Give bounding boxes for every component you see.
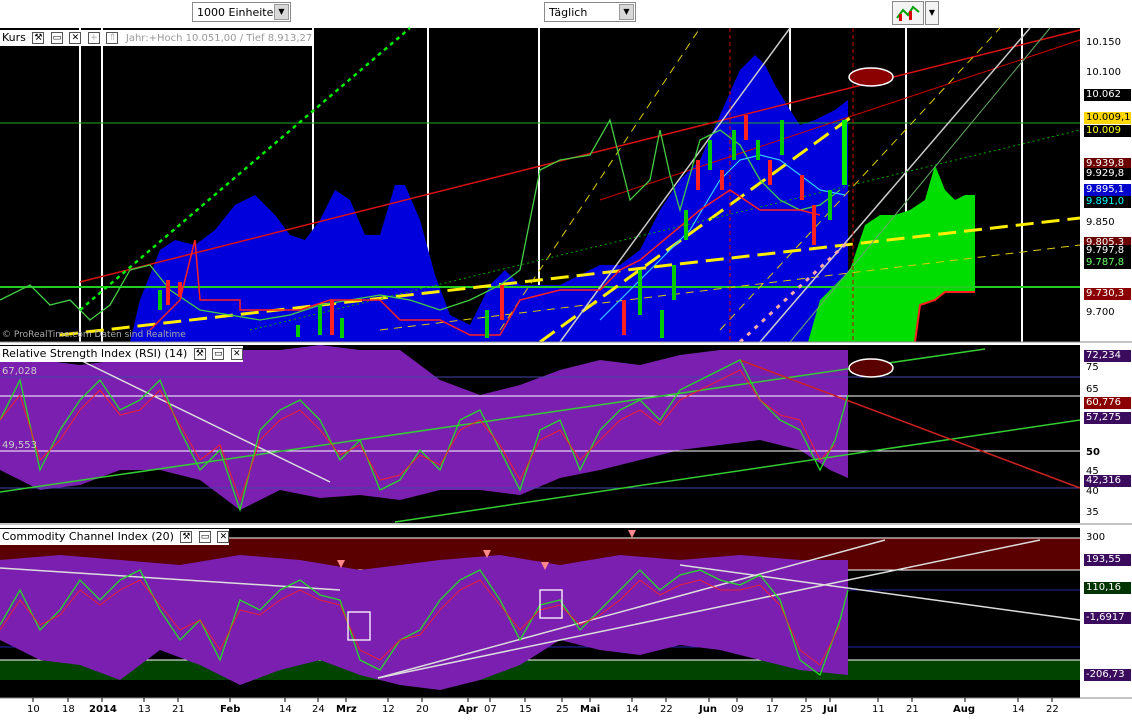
- add-icon[interactable]: +: [87, 32, 100, 44]
- x-axis-label: 15: [519, 704, 532, 715]
- price-tag: 9.730,3: [1084, 288, 1131, 300]
- price-tag: 9.787,8: [1084, 257, 1131, 269]
- wrench-icon[interactable]: ⚒: [180, 531, 193, 543]
- x-axis-label: 10: [27, 704, 40, 715]
- rsi-tick: 40: [1086, 486, 1099, 497]
- cci-tag: -1,6917: [1084, 612, 1131, 624]
- x-axis-label: 07: [484, 704, 497, 715]
- price-tag: 9.895,1: [1084, 184, 1131, 196]
- close-icon[interactable]: ✕: [217, 531, 230, 543]
- price-panel-header: Kurs ⚒ ▭ ✕ + ⇑ Jahr:+Hoch 10.051,00 / Ti…: [0, 30, 313, 46]
- cci-tag: 110,16: [1084, 582, 1131, 594]
- rsi-upper-label: 67,028: [2, 366, 37, 377]
- price-tag: 10.062: [1084, 89, 1131, 101]
- price-tag: 10.009: [1084, 125, 1131, 137]
- rsi-tag: 57,275: [1084, 412, 1131, 424]
- rsi-tick: 65: [1086, 384, 1099, 395]
- x-axis-label: 2014: [89, 704, 117, 715]
- rsi-tick: 35: [1086, 507, 1099, 518]
- x-axis-label: 09: [731, 704, 744, 715]
- x-axis-label: Jun: [699, 704, 717, 715]
- rsi-panel-title: Relative Strength Index (RSI) (14): [2, 347, 188, 360]
- x-axis-label: Mai: [580, 704, 601, 715]
- price-tick: 9.700: [1086, 307, 1115, 318]
- price-panel-title: Kurs: [2, 31, 26, 44]
- x-axis-label: 14: [1012, 704, 1025, 715]
- price-tag: 9.797,8: [1084, 245, 1131, 257]
- x-axis-label: 20: [416, 704, 429, 715]
- x-axis-label: Feb: [220, 704, 241, 715]
- rsi-panel-header: Relative Strength Index (RSI) (14) ⚒ ▭ ✕: [0, 346, 243, 362]
- x-axis-label: Jul: [823, 704, 838, 715]
- x-axis-label: 12: [382, 704, 395, 715]
- x-axis-label: 25: [556, 704, 569, 715]
- cci-panel-title: Commodity Channel Index (20): [2, 530, 174, 543]
- rsi-tick: 50: [1086, 447, 1100, 458]
- window-icon[interactable]: ▭: [212, 348, 225, 360]
- rsi-tag: 60,776: [1084, 397, 1131, 409]
- rsi-lower-label: 49,553: [2, 440, 37, 451]
- window-icon[interactable]: ▭: [198, 531, 211, 543]
- x-axis-label: 21: [172, 704, 185, 715]
- cci-tick: 300: [1086, 532, 1105, 543]
- x-axis-label: Apr: [458, 704, 478, 715]
- close-icon[interactable]: ✕: [69, 32, 82, 44]
- x-axis-label: 18: [62, 704, 75, 715]
- x-axis-label: 24: [312, 704, 325, 715]
- watermark: © ProRealTime.com Daten sind Realtime: [2, 330, 186, 340]
- wrench-icon[interactable]: ⚒: [193, 348, 206, 360]
- price-panel-info: Jahr:+Hoch 10.051,00 / Tief 8.913,27: [125, 33, 313, 44]
- x-axis-label: 14: [626, 704, 639, 715]
- x-axis-label: 22: [1046, 704, 1059, 715]
- x-axis-label: 14: [279, 704, 292, 715]
- rsi-tag: 42,316: [1084, 475, 1131, 487]
- x-axis-label: Mrz: [336, 704, 357, 715]
- move-up-icon[interactable]: ⇑: [106, 32, 119, 44]
- x-axis-label: 17: [766, 704, 779, 715]
- rsi-tick: 75: [1086, 362, 1099, 373]
- x-axis-label: 21: [906, 704, 919, 715]
- x-axis-label: 11: [872, 704, 885, 715]
- x-axis-label: 22: [660, 704, 673, 715]
- window-icon[interactable]: ▭: [50, 32, 63, 44]
- price-tick: 10.150: [1086, 37, 1121, 48]
- cci-panel-header: Commodity Channel Index (20) ⚒ ▭ ✕: [0, 529, 230, 545]
- x-axis-label: 25: [800, 704, 813, 715]
- rsi-tag: 72,234: [1084, 350, 1131, 362]
- price-tag: 9.891,0: [1084, 196, 1131, 208]
- wrench-icon[interactable]: ⚒: [32, 32, 45, 44]
- x-axis-label: 13: [138, 704, 151, 715]
- price-tick: 9.850: [1086, 217, 1115, 228]
- price-tag: 9.929,8: [1084, 168, 1131, 180]
- cci-tag: 193,55: [1084, 554, 1131, 566]
- x-axis-label: Aug: [953, 704, 976, 715]
- price-tick: 10.100: [1086, 67, 1121, 78]
- cci-tag: -206,73: [1084, 669, 1131, 681]
- price-tag: 10.009,10: [1084, 112, 1131, 124]
- close-icon[interactable]: ✕: [230, 348, 243, 360]
